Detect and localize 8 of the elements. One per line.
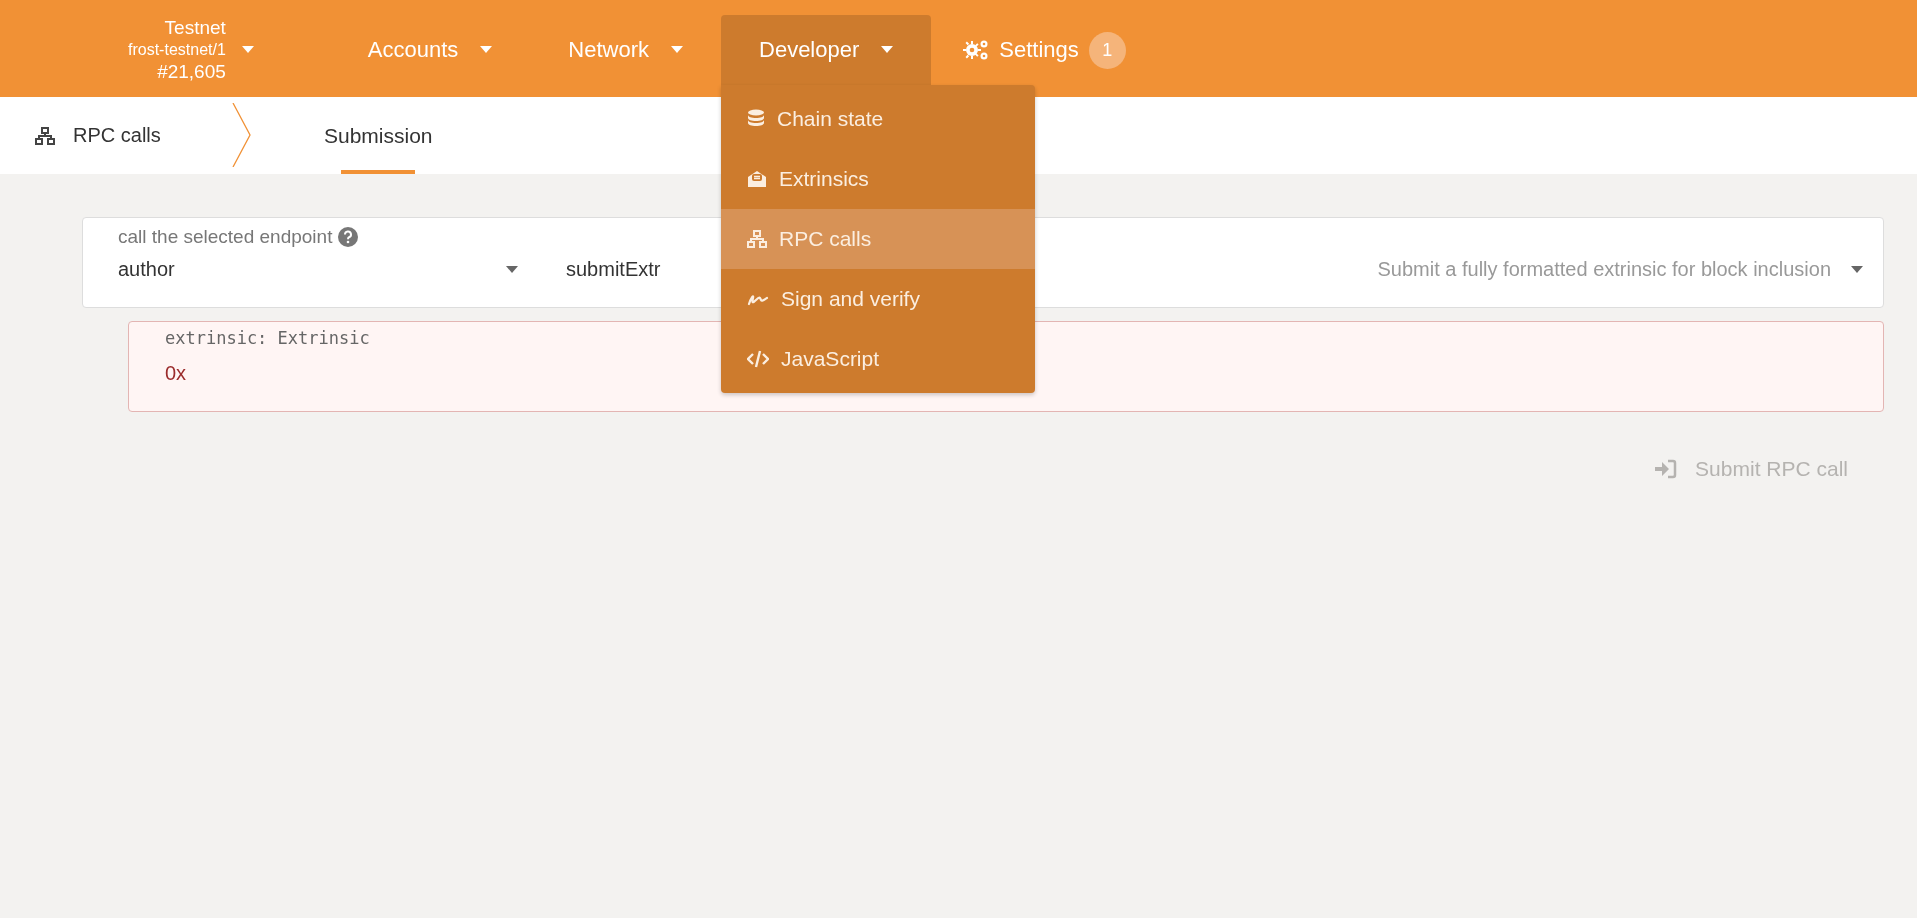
notification-badge: 1 [1088,31,1126,69]
node-name: frost-testnet/1 [128,40,226,60]
param-value: 0x [165,362,188,385]
chain-name: Testnet [164,17,226,39]
section-title: RPC calls [73,124,161,147]
param-label: extrinsic: Extrinsic [165,328,371,348]
field-label: call the selected endpoint [118,226,333,248]
block-number: #21,605 [157,61,226,83]
